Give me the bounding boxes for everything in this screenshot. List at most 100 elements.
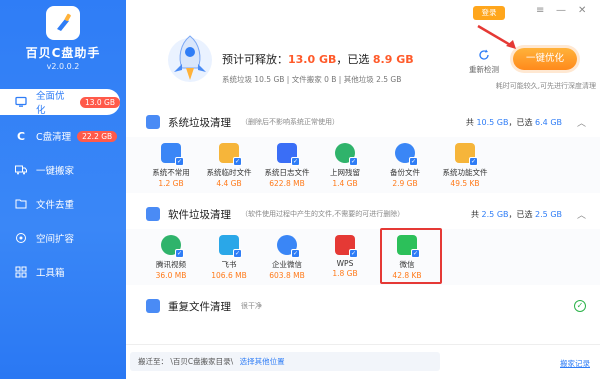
clean-item[interactable]: ✓ 腾讯视频 36.0 MB <box>142 235 200 280</box>
release-detail: 系统垃圾 10.5 GB | 文件搬家 0 B | 其他垃圾 2.5 GB <box>222 75 402 84</box>
sidebar-item-dedupe[interactable]: 文件去重 <box>0 191 126 217</box>
checkbox-checked-icon[interactable]: ✓ <box>349 157 358 166</box>
clean-item[interactable]: ✓ 备份文件 2.9 GB <box>376 143 434 188</box>
clean-item[interactable]: ✓ 系统日志文件 622.8 MB <box>258 143 316 188</box>
checkbox-checked-icon[interactable]: ✓ <box>233 157 242 166</box>
truck-icon <box>14 163 28 177</box>
clean-item[interactable]: ✓ 系统临时文件 4.4 GB <box>200 143 258 188</box>
broom-logo-icon <box>46 6 80 40</box>
cube-icon <box>146 299 160 313</box>
checkbox-checked-icon[interactable]: ✓ <box>409 157 418 166</box>
sidebar-item-full-optimize[interactable]: 全面优化 13.0 GB <box>0 89 120 116</box>
item-label: 企业微信 <box>272 260 302 269</box>
clean-item[interactable]: ✓ 上网残留 1.4 GB <box>316 143 374 188</box>
selected-size: 8.9 GB <box>372 53 414 66</box>
checkbox-checked-icon[interactable]: ✓ <box>175 157 184 166</box>
sidebar-item-label: C盘清理 <box>36 132 72 143</box>
cube-icon <box>146 207 160 221</box>
wecom-icon: ✓ <box>277 235 300 258</box>
c-drive-icon: C <box>16 129 26 143</box>
item-size: 49.5 KB <box>450 179 480 188</box>
section-system-junk[interactable]: 系统垃圾清理 （删除后不影响系统正常使用） 共 10.5 GB，已选 6.4 G… <box>126 108 600 136</box>
clean-item[interactable]: ✓ 企业微信 603.8 MB <box>258 235 316 280</box>
clean-item[interactable]: ✓ 系统不常用 1.2 GB <box>142 143 200 188</box>
checkbox-checked-icon[interactable]: ✓ <box>349 249 358 258</box>
move-label: 搬迁至： <box>138 357 168 366</box>
sidebar-item-label: 空间扩容 <box>36 234 75 245</box>
item-label: 系统功能文件 <box>442 168 488 177</box>
sidebar-item-move[interactable]: 一键搬家 <box>0 157 126 183</box>
item-size: 603.8 MB <box>269 271 305 280</box>
total-size: 2.5 GB <box>481 209 509 219</box>
move-path: \百贝C盘搬家目录\ <box>170 357 234 366</box>
hint-text: 耗时可能较久,可先进行深度清理 <box>495 82 596 90</box>
total-label: 共 <box>471 209 479 219</box>
checkbox-checked-icon[interactable]: ✓ <box>291 157 300 166</box>
selected-label: ，已选 <box>508 209 533 219</box>
release-summary: 预计可释放：13.0 GB，已选 8.9 GB <box>222 51 414 67</box>
item-size: 1.2 GB <box>158 179 184 188</box>
size-badge: 13.0 GB <box>79 96 120 108</box>
item-label: 腾讯视频 <box>156 260 186 269</box>
section-software-junk[interactable]: 软件垃圾清理 （软件使用过程中产生的文件,不需要的可进行删除） 共 2.5 GB… <box>126 200 600 228</box>
item-size: 622.8 MB <box>269 179 305 188</box>
brand: 百贝C盘助手 v2.0.0.2 <box>0 6 126 71</box>
section-title: 重复文件清理 <box>168 300 231 313</box>
arrow-annotation-icon <box>477 24 516 49</box>
item-size: 106.6 MB <box>211 271 247 280</box>
highlight-box <box>380 228 442 284</box>
log-icon: ✓ <box>277 143 300 166</box>
app-version: v2.0.0.2 <box>46 62 80 71</box>
release-prefix: 预计可释放： <box>222 53 288 66</box>
minimize-icon[interactable]: — <box>556 5 566 16</box>
wps-icon: ✓ <box>335 235 358 258</box>
sidebar-item-expand[interactable]: 空间扩容 <box>0 225 126 251</box>
section-total: 共 2.5 GB，已选 2.5 GB <box>471 209 562 220</box>
chevron-up-icon[interactable]: ︿ <box>577 116 586 129</box>
selected-prefix: ，已选 <box>336 53 370 66</box>
item-label: 系统临时文件 <box>206 168 252 177</box>
app-title: 百贝C盘助手 <box>25 46 101 60</box>
software-items: ✓ 腾讯视频 36.0 MB ✓ 飞书 106.6 MB ✓ 企业微信 603.… <box>126 228 600 285</box>
clean-item[interactable]: ✓ 飞书 106.6 MB <box>200 235 258 280</box>
release-size: 13.0 GB <box>288 53 337 66</box>
sidebar-item-label: 一键搬家 <box>36 166 75 177</box>
checkbox-checked-icon[interactable]: ✓ <box>291 249 300 258</box>
move-path-box: 搬迁至： \百贝C盘搬家目录\ 选择其他位置 <box>130 352 440 371</box>
total-size: 10.5 GB <box>476 117 509 127</box>
clean-item[interactable]: ✓ 系统功能文件 49.5 KB <box>436 143 494 188</box>
title-bar: 登录 ≡ — ✕ <box>126 0 600 24</box>
sidebar-item-c-clean[interactable]: C C盘清理 22.2 GB <box>0 123 126 149</box>
size-badge: 22.2 GB <box>77 130 118 142</box>
item-size: 1.4 GB <box>332 179 358 188</box>
checkbox-checked-icon[interactable]: ✓ <box>233 249 242 258</box>
tencent-video-icon: ✓ <box>161 235 184 258</box>
item-label: WPS <box>336 259 354 268</box>
close-icon[interactable]: ✕ <box>578 5 586 16</box>
choose-location-link[interactable]: 选择其他位置 <box>240 357 285 366</box>
system-items: ✓ 系统不常用 1.2 GB ✓ 系统临时文件 4.4 GB ✓ 系统日志文件 … <box>126 137 600 193</box>
total-label: 共 <box>465 117 474 127</box>
sidebar-item-toolbox[interactable]: 工具箱 <box>0 259 126 285</box>
selected-size: 6.4 GB <box>535 117 562 127</box>
sidebar-item-label: 文件去重 <box>36 200 75 211</box>
check-circle-icon: ✓ <box>574 300 586 312</box>
item-label: 系统不常用 <box>152 168 190 177</box>
section-title: 软件垃圾清理 <box>168 208 231 221</box>
files-icon <box>14 197 28 211</box>
item-size: 4.4 GB <box>216 179 242 188</box>
scan-summary: 预计可释放：13.0 GB，已选 8.9 GB 系统垃圾 10.5 GB | 文… <box>126 24 600 100</box>
move-records-link[interactable]: 搬家记录 <box>560 358 590 369</box>
edge-icon: ✓ <box>335 143 358 166</box>
menu-icon[interactable]: ≡ <box>536 5 544 16</box>
section-desc: 很干净 <box>241 302 262 310</box>
login-button[interactable]: 登录 <box>473 6 505 20</box>
chevron-up-icon[interactable]: ︿ <box>577 208 586 221</box>
checkbox-checked-icon[interactable]: ✓ <box>175 249 184 258</box>
expand-icon <box>14 231 28 245</box>
clean-item[interactable]: ✓ WPS 1.8 GB <box>316 235 374 278</box>
clean-list: 系统垃圾清理 （删除后不影响系统正常使用） 共 10.5 GB，已选 6.4 G… <box>126 104 600 344</box>
section-duplicate-files[interactable]: 重复文件清理 很干净 ✓ <box>126 292 600 320</box>
checkbox-checked-icon[interactable]: ✓ <box>469 157 478 166</box>
monitor-icon: ✓ <box>161 143 184 166</box>
